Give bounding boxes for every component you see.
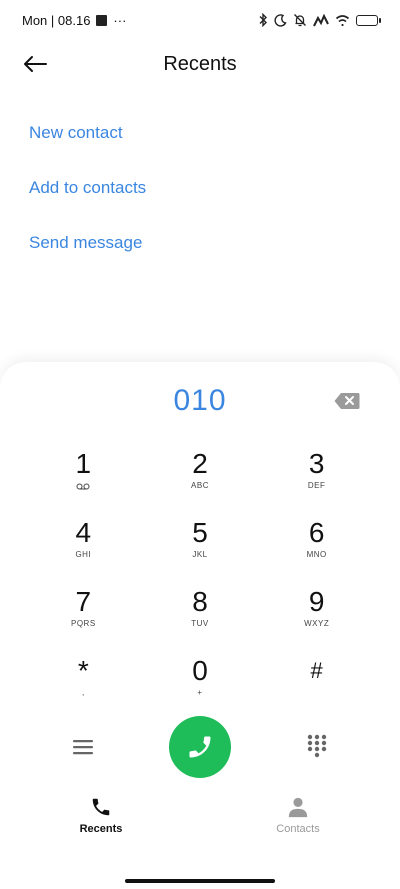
notification-icon: [96, 14, 108, 26]
key-letters: TUV: [191, 619, 209, 628]
signal-icon: [313, 13, 329, 26]
key-letters: WXYZ: [304, 619, 330, 628]
bell-off-icon: [294, 14, 306, 27]
key-9[interactable]: 9 WXYZ: [258, 586, 375, 655]
menu-icon: [73, 740, 93, 755]
key-0[interactable]: 0 +: [142, 655, 259, 724]
key-8[interactable]: 8 TUV: [142, 586, 259, 655]
backspace-button[interactable]: [334, 392, 360, 410]
key-digit: *: [77, 655, 89, 686]
tab-contacts[interactable]: Contacts: [253, 796, 343, 835]
backspace-icon: [334, 393, 360, 409]
moon-icon: [274, 13, 287, 27]
tab-recents[interactable]: Recents: [56, 796, 146, 835]
key-digit: 6: [308, 517, 325, 548]
person-icon: [288, 797, 308, 818]
tab-recents-label: Recents: [79, 823, 123, 835]
key-digit: 3: [308, 448, 325, 479]
status-right: [258, 13, 381, 27]
phone-icon: [92, 798, 110, 816]
wifi-icon: [335, 14, 350, 26]
key-2[interactable]: 2 ABC: [142, 448, 259, 517]
bluetooth-icon: [259, 13, 267, 27]
key-letters: DEF: [307, 481, 326, 490]
phone-icon: [189, 736, 211, 758]
bottom-nav: Recents Contacts: [0, 796, 400, 846]
page-title: Recents: [163, 52, 237, 75]
key-7[interactable]: 7 PQRS: [25, 586, 142, 655]
key-4[interactable]: 4 GHI: [25, 517, 142, 586]
key-digit: 7: [75, 586, 92, 617]
action-list: New contact Add to contacts Send message: [29, 105, 146, 270]
key-star[interactable]: * ,: [25, 655, 142, 724]
key-digit: 9: [308, 586, 325, 617]
call-button[interactable]: [169, 716, 231, 778]
menu-button[interactable]: [72, 738, 94, 756]
status-time: Mon | 08.16: [22, 12, 91, 28]
call-row: [0, 716, 400, 780]
key-3[interactable]: 3 DEF: [258, 448, 375, 517]
status-bar: Mon | 08.16 ···: [0, 0, 400, 40]
key-letters: PQRS: [70, 619, 96, 628]
key-digit: 8: [192, 586, 208, 617]
key-letters: JKL: [192, 550, 208, 559]
key-digit: #: [310, 658, 323, 683]
status-left: Mon | 08.16 ···: [22, 13, 126, 28]
header: Recents: [0, 40, 400, 88]
key-letters: MNO: [306, 550, 327, 559]
dialpad-icon: [307, 734, 327, 758]
back-button[interactable]: [20, 50, 50, 78]
send-message-link[interactable]: Send message: [29, 215, 146, 270]
keypad: 1 2 ABC 3 DEF 4 GHI 5 JKL 6 MNO 7 PQRS 8…: [25, 448, 375, 724]
key-letters: ABC: [191, 481, 209, 490]
voicemail-icon: [76, 480, 90, 492]
battery-icon: [356, 14, 381, 26]
new-contact-link[interactable]: New contact: [29, 105, 146, 160]
arrow-left-icon: [24, 56, 47, 72]
key-digit: 2: [192, 448, 208, 479]
key-digit: 5: [192, 517, 208, 548]
home-indicator[interactable]: [125, 879, 275, 883]
key-hash[interactable]: #: [258, 655, 375, 724]
key-5[interactable]: 5 JKL: [142, 517, 259, 586]
add-to-contacts-link[interactable]: Add to contacts: [29, 160, 146, 215]
more-notifications-icon: ···: [113, 12, 127, 28]
key-letters: ,: [81, 688, 85, 697]
key-digit: 0: [192, 655, 208, 686]
key-letters: GHI: [75, 550, 92, 559]
key-digit: 1: [75, 448, 92, 479]
tab-contacts-label: Contacts: [276, 823, 320, 835]
key-6[interactable]: 6 MNO: [258, 517, 375, 586]
key-1[interactable]: 1: [25, 448, 142, 517]
key-digit: 4: [75, 517, 92, 548]
key-letters: +: [197, 688, 203, 697]
dialpad-toggle-button[interactable]: [306, 734, 328, 758]
